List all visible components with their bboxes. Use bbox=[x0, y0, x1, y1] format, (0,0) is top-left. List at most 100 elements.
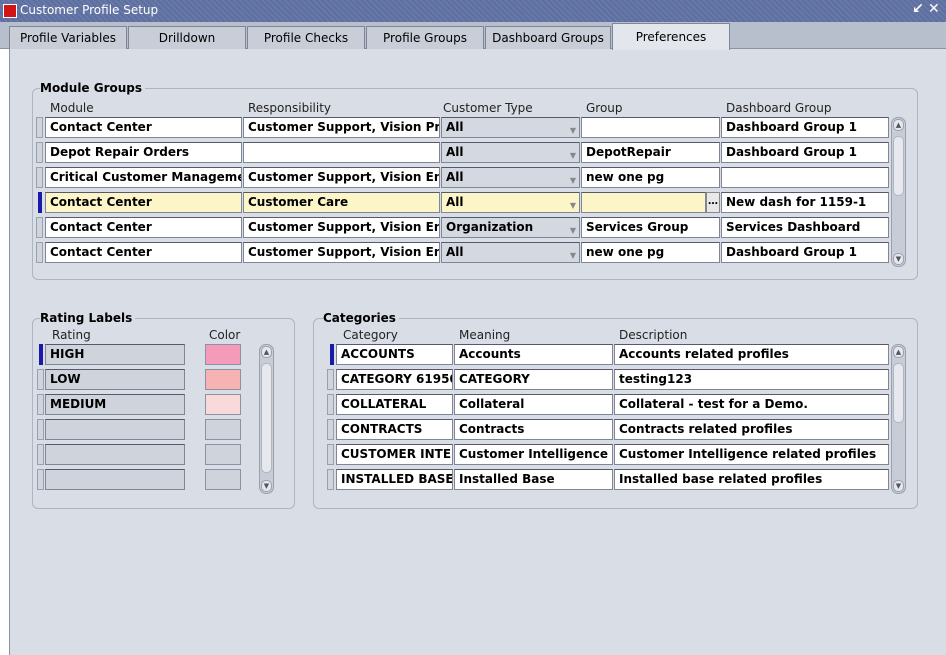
group-field[interactable]: DepotRepair bbox=[581, 142, 720, 163]
color-swatch[interactable] bbox=[205, 394, 241, 415]
module-field[interactable]: Contact Center bbox=[45, 117, 242, 138]
chevron-down-icon[interactable]: ▼ bbox=[570, 196, 576, 212]
meaning-field[interactable]: Contracts bbox=[454, 419, 613, 440]
responsibility-field[interactable] bbox=[243, 142, 440, 163]
row-indicator[interactable] bbox=[36, 167, 43, 188]
customer-type-select[interactable]: All ▼ bbox=[441, 242, 580, 263]
dashboard-group-field[interactable]: New dash for 1159-1 bbox=[721, 192, 889, 213]
category-field[interactable]: INSTALLED BASE bbox=[336, 469, 453, 490]
row-indicator[interactable] bbox=[37, 394, 44, 415]
customer-type-select[interactable]: All ▼ bbox=[441, 167, 580, 188]
chevron-down-icon[interactable]: ▼ bbox=[570, 121, 576, 137]
module-field[interactable]: Contact Center bbox=[45, 192, 242, 213]
rating-field[interactable] bbox=[45, 419, 185, 440]
rating-labels-scrollbar[interactable]: ▲ ▼ bbox=[259, 344, 274, 494]
group-field[interactable]: Services Group bbox=[581, 217, 720, 238]
module-field[interactable]: Critical Customer Management bbox=[45, 167, 242, 188]
module-groups-scrollbar[interactable]: ▲ ▼ bbox=[891, 117, 906, 267]
color-swatch[interactable] bbox=[205, 344, 241, 365]
description-field[interactable]: testing123 bbox=[614, 369, 889, 390]
row-indicator[interactable] bbox=[36, 142, 43, 163]
meaning-field[interactable]: CATEGORY bbox=[454, 369, 613, 390]
ellipsis-icon[interactable]: … bbox=[706, 192, 720, 213]
module-field[interactable]: Contact Center bbox=[45, 217, 242, 238]
responsibility-field[interactable]: Customer Support, Vision Enter bbox=[243, 242, 440, 263]
arrow-down-icon[interactable]: ▼ bbox=[893, 253, 904, 265]
rating-field[interactable]: MEDIUM bbox=[45, 394, 185, 415]
description-field[interactable]: Collateral - test for a Demo. bbox=[614, 394, 889, 415]
group-field[interactable] bbox=[581, 117, 720, 138]
color-swatch[interactable] bbox=[205, 469, 241, 490]
arrow-up-icon[interactable]: ▲ bbox=[893, 119, 904, 131]
module-field[interactable]: Depot Repair Orders bbox=[45, 142, 242, 163]
tab-profile-groups[interactable]: Profile Groups bbox=[366, 26, 484, 49]
arrow-up-icon[interactable]: ▲ bbox=[893, 346, 904, 358]
description-field[interactable]: Accounts related profiles bbox=[614, 344, 889, 365]
chevron-down-icon[interactable]: ▼ bbox=[570, 171, 576, 187]
scroll-thumb[interactable] bbox=[261, 363, 272, 473]
category-field[interactable]: CUSTOMER INTEL bbox=[336, 444, 453, 465]
description-field[interactable]: Contracts related profiles bbox=[614, 419, 889, 440]
restore-icon[interactable]: ↙ bbox=[912, 1, 924, 17]
group-field[interactable]: new one pg bbox=[581, 167, 720, 188]
arrow-down-icon[interactable]: ▼ bbox=[261, 480, 272, 492]
chevron-down-icon[interactable]: ▼ bbox=[570, 146, 576, 162]
tab-preferences[interactable]: Preferences bbox=[612, 23, 730, 50]
row-indicator[interactable] bbox=[327, 444, 334, 465]
color-swatch[interactable] bbox=[205, 369, 241, 390]
row-indicator[interactable] bbox=[36, 242, 43, 263]
categories-scrollbar[interactable]: ▲ ▼ bbox=[891, 344, 906, 494]
customer-type-select[interactable]: All ▼ bbox=[441, 117, 580, 138]
row-indicator[interactable] bbox=[36, 117, 43, 138]
chevron-down-icon[interactable]: ▼ bbox=[570, 221, 576, 237]
dashboard-group-field[interactable]: Dashboard Group 1 bbox=[721, 242, 889, 263]
color-swatch[interactable] bbox=[205, 444, 241, 465]
row-indicator[interactable] bbox=[39, 344, 43, 365]
row-indicator[interactable] bbox=[330, 344, 334, 365]
row-indicator[interactable] bbox=[327, 469, 334, 490]
tab-profile-variables[interactable]: Profile Variables bbox=[9, 26, 127, 49]
row-indicator[interactable] bbox=[327, 394, 334, 415]
responsibility-field[interactable]: Customer Care bbox=[243, 192, 440, 213]
tab-dashboard-groups[interactable]: Dashboard Groups bbox=[485, 26, 611, 49]
dashboard-group-field[interactable]: Services Dashboard bbox=[721, 217, 889, 238]
row-indicator[interactable] bbox=[36, 217, 43, 238]
row-indicator[interactable] bbox=[37, 419, 44, 440]
meaning-field[interactable]: Accounts bbox=[454, 344, 613, 365]
close-icon[interactable]: ✕ bbox=[928, 1, 940, 17]
scroll-thumb[interactable] bbox=[893, 136, 904, 196]
category-field[interactable]: CATEGORY 619509 bbox=[336, 369, 453, 390]
tab-profile-checks[interactable]: Profile Checks bbox=[247, 26, 365, 49]
customer-type-select[interactable]: Organization ▼ bbox=[441, 217, 580, 238]
meaning-field[interactable]: Customer Intelligence bbox=[454, 444, 613, 465]
row-indicator[interactable] bbox=[327, 369, 334, 390]
customer-type-select[interactable]: All ▼ bbox=[441, 142, 580, 163]
color-swatch[interactable] bbox=[205, 419, 241, 440]
row-indicator[interactable] bbox=[327, 419, 334, 440]
module-field[interactable]: Contact Center bbox=[45, 242, 242, 263]
arrow-up-icon[interactable]: ▲ bbox=[261, 346, 272, 358]
row-indicator[interactable] bbox=[37, 469, 44, 490]
dashboard-group-field[interactable]: Dashboard Group 1 bbox=[721, 142, 889, 163]
arrow-down-icon[interactable]: ▼ bbox=[893, 480, 904, 492]
group-field[interactable]: new one pg bbox=[581, 242, 720, 263]
responsibility-field[interactable]: Customer Support, Vision Enter bbox=[243, 217, 440, 238]
category-field[interactable]: CONTRACTS bbox=[336, 419, 453, 440]
category-field[interactable]: COLLATERAL bbox=[336, 394, 453, 415]
customer-type-select[interactable]: All ▼ bbox=[441, 192, 580, 213]
rating-field[interactable] bbox=[45, 469, 185, 490]
tab-drilldown[interactable]: Drilldown bbox=[128, 26, 246, 49]
scroll-thumb[interactable] bbox=[893, 363, 904, 423]
category-field[interactable]: ACCOUNTS bbox=[336, 344, 453, 365]
dashboard-group-field[interactable] bbox=[721, 167, 889, 188]
meaning-field[interactable]: Collateral bbox=[454, 394, 613, 415]
description-field[interactable]: Customer Intelligence related profiles bbox=[614, 444, 889, 465]
row-indicator[interactable] bbox=[37, 369, 44, 390]
responsibility-field[interactable]: Customer Support, Vision Enter bbox=[243, 167, 440, 188]
meaning-field[interactable]: Installed Base bbox=[454, 469, 613, 490]
chevron-down-icon[interactable]: ▼ bbox=[570, 246, 576, 262]
dashboard-group-field[interactable]: Dashboard Group 1 bbox=[721, 117, 889, 138]
row-indicator[interactable] bbox=[37, 444, 44, 465]
rating-field[interactable] bbox=[45, 444, 185, 465]
description-field[interactable]: Installed base related profiles bbox=[614, 469, 889, 490]
